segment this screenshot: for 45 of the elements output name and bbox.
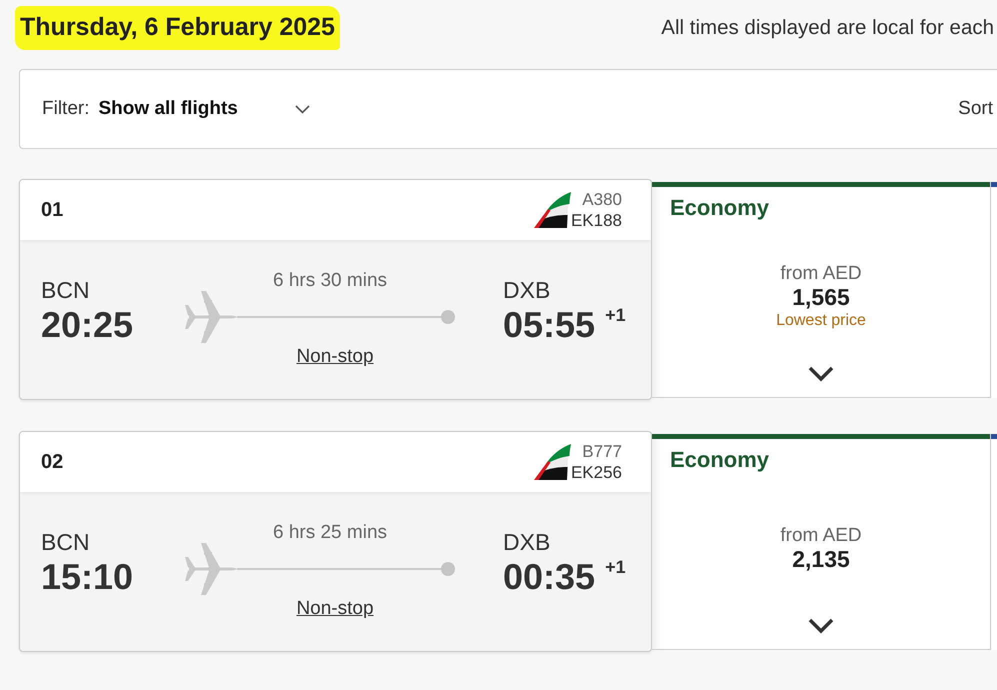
filter-label: Filter:: [42, 98, 90, 120]
departure-time: 20:25: [41, 305, 134, 345]
cabin-title: Economy: [669, 446, 770, 473]
tail-fin-icon: [532, 192, 571, 228]
aircraft-type: B777: [582, 441, 622, 462]
chevron-down-icon[interactable]: [808, 366, 834, 382]
fare-panel[interactable]: [991, 182, 997, 398]
flight-index: 02: [41, 450, 64, 474]
chevron-down-icon: [294, 104, 310, 114]
price-prefix: from AED: [780, 525, 862, 547]
day-offset: +1: [605, 557, 626, 577]
filter-dropdown[interactable]: Show all flights: [98, 98, 310, 120]
flight-duration: 6 hrs 25 mins: [272, 522, 388, 543]
price-amount: 2,135: [792, 547, 850, 572]
price-prefix: from AED: [780, 262, 862, 284]
aircraft-type: A380: [582, 189, 622, 210]
flight-duration: 6 hrs 30 mins: [272, 270, 388, 291]
lowest-price-label: Lowest price: [776, 310, 866, 330]
airplane-icon: [185, 543, 237, 595]
fare-panel[interactable]: [991, 434, 997, 650]
departure-time: 15:10: [41, 557, 134, 597]
tail-fin-icon: [532, 444, 571, 480]
destination-dot-icon: [441, 310, 455, 324]
flight-number: EK188: [570, 210, 622, 231]
date-heading: Thursday, 6 February 2025: [15, 6, 340, 50]
destination-code: DXB: [503, 530, 550, 555]
flight-number: EK256: [570, 462, 622, 483]
timezone-note: All times displayed are local for each: [661, 16, 995, 40]
fare-panel[interactable]: Economy from AED 2,135: [652, 434, 991, 650]
destination-dot-icon: [441, 562, 455, 576]
origin-code: BCN: [41, 278, 90, 303]
cabin-title: Economy: [669, 194, 770, 221]
arrival-time: 05:55: [503, 305, 596, 345]
day-offset: +1: [605, 305, 626, 325]
chevron-down-icon[interactable]: [808, 618, 834, 634]
flight-index: 01: [41, 198, 64, 222]
destination-code: DXB: [503, 278, 550, 303]
arrival-time: 00:35: [503, 557, 596, 597]
airplane-icon: [185, 291, 237, 343]
fare-panel[interactable]: Economy from AED 1,565 Lowest price: [652, 182, 991, 398]
stops-link[interactable]: Non-stop: [296, 346, 374, 367]
sort-label: Sort: [958, 98, 993, 120]
stops-link[interactable]: Non-stop: [296, 598, 374, 619]
price-amount: 1,565: [792, 284, 850, 310]
origin-code: BCN: [41, 530, 90, 555]
